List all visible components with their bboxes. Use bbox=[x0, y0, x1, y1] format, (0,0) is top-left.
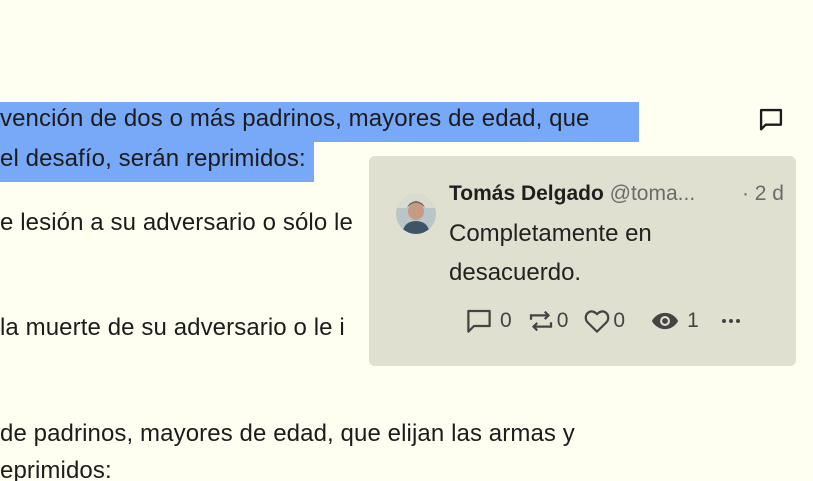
author-name[interactable]: Tomás Delgado bbox=[449, 182, 604, 205]
comment-card[interactable]: Tomás Delgado @toma... · 2 d Completamen… bbox=[369, 156, 796, 366]
timestamp: · 2 d bbox=[741, 182, 784, 205]
more-options-button[interactable] bbox=[719, 306, 743, 336]
author-handle[interactable]: @toma... bbox=[610, 182, 696, 205]
comment-text: Completamente en desacuerdo. bbox=[449, 220, 652, 286]
reply-count: 0 bbox=[500, 309, 512, 332]
comment-icon bbox=[759, 108, 783, 131]
reply-button[interactable]: 0 bbox=[463, 306, 512, 336]
views-indicator: 1 bbox=[649, 306, 699, 336]
document-page: vención de dos o más padrinos, mayores d… bbox=[0, 0, 813, 481]
views-count: 1 bbox=[687, 309, 699, 332]
reply-icon bbox=[467, 309, 491, 333]
paragraph-line: la muerte de su adversario o le i bbox=[0, 314, 345, 341]
avatar[interactable] bbox=[396, 194, 436, 234]
heart-icon bbox=[585, 310, 610, 333]
repost-count: 0 bbox=[556, 309, 569, 332]
paragraph-line: eprimidos: bbox=[0, 457, 112, 481]
like-button[interactable]: 0 bbox=[582, 306, 625, 336]
more-horizontal-icon bbox=[721, 319, 740, 323]
paragraph-line[interactable]: el desafío, serán reprimidos: bbox=[0, 144, 306, 174]
repost-button[interactable]: 0 bbox=[526, 306, 569, 336]
repost-icon bbox=[529, 310, 552, 332]
paragraph-line[interactable]: vención de dos o más padrinos, mayores d… bbox=[0, 104, 589, 134]
add-comment-button[interactable] bbox=[755, 105, 787, 135]
comment-actions: 0 0 0 1 bbox=[463, 306, 743, 336]
paragraph-line: de padrinos, mayores de edad, que elijan… bbox=[0, 420, 575, 447]
highlighted-text[interactable]: el desafío, serán reprimidos bbox=[0, 145, 299, 172]
eye-icon bbox=[651, 312, 679, 330]
comment-header: Tomás Delgado @toma... · 2 d bbox=[449, 180, 784, 208]
paragraph-line: e lesión a su adversario o sólo le bbox=[0, 209, 353, 236]
paragraph-text: : bbox=[298, 145, 306, 172]
like-count: 0 bbox=[613, 309, 626, 332]
